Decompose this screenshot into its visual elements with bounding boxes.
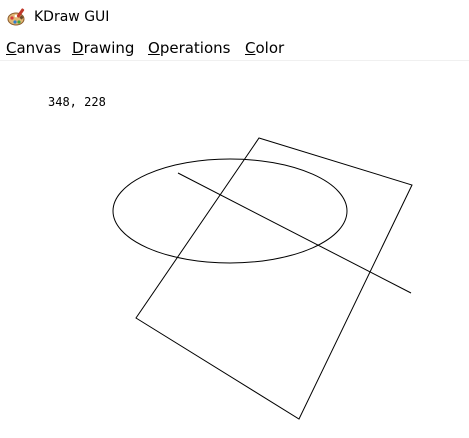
line-shape[interactable]: [177, 172, 412, 294]
menu-operations-mnemonic: O: [148, 39, 160, 57]
paint-palette-icon: [7, 7, 27, 27]
ellipse-shape[interactable]: [112, 158, 348, 264]
menu-operations[interactable]: Operations: [148, 39, 230, 57]
title-bar: KDraw GUI: [0, 0, 469, 34]
menu-drawing-mnemonic: D: [72, 39, 84, 57]
menu-drawing[interactable]: Drawing: [72, 39, 134, 57]
menu-color-mnemonic: C: [245, 39, 256, 57]
window-title: KDraw GUI: [34, 9, 110, 25]
menu-color-label: olor: [255, 39, 285, 57]
menu-color[interactable]: Color: [245, 39, 284, 57]
menu-bar: Canvas Drawing Operations Color: [0, 36, 469, 61]
canvas-drawing: [112, 137, 413, 420]
rectangle-shape[interactable]: [135, 137, 413, 420]
menu-canvas-label: anvas: [16, 39, 62, 57]
menu-canvas[interactable]: Canvas: [6, 39, 61, 57]
menu-operations-label: perations: [159, 39, 231, 57]
drawing-canvas[interactable]: 348, 228: [0, 61, 469, 438]
menu-canvas-mnemonic: C: [6, 39, 17, 57]
menu-drawing-label: rawing: [83, 39, 135, 57]
